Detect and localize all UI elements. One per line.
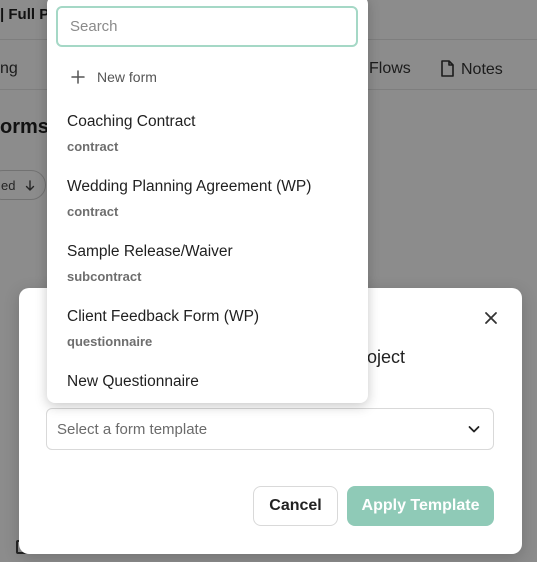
form-template-dropdown: New form Coaching Contract contract Wedd… [47, 0, 368, 403]
plus-icon [71, 70, 85, 84]
option-type: subcontract [67, 269, 142, 284]
option-type: contract [67, 139, 119, 154]
search-input[interactable] [56, 6, 358, 47]
close-button[interactable] [481, 308, 501, 328]
new-form-button[interactable]: New form [71, 67, 157, 87]
list-item[interactable]: Sample Release/Waiver subcontract [67, 243, 357, 299]
form-template-select[interactable]: Select a form template [46, 408, 494, 450]
cancel-button[interactable]: Cancel [253, 486, 338, 526]
list-item[interactable]: New Questionnaire [67, 373, 357, 399]
option-type: questionnaire [67, 334, 153, 349]
select-placeholder: Select a form template [57, 421, 208, 438]
close-icon [485, 312, 497, 324]
screen: | Full P ng Flows Notes orms ed roject S… [0, 0, 537, 562]
option-title: Client Feedback Form (WP) [67, 308, 260, 325]
apply-template-button[interactable]: Apply Template [347, 486, 494, 526]
option-title: Wedding Planning Agreement (WP) [67, 178, 312, 195]
option-type: contract [67, 204, 119, 219]
list-item[interactable]: Wedding Planning Agreement (WP) contract [67, 178, 357, 234]
list-item[interactable]: Coaching Contract contract [67, 113, 357, 169]
list-item[interactable]: Client Feedback Form (WP) questionnaire [67, 308, 357, 364]
chevron-down-icon [468, 426, 480, 433]
option-title: Coaching Contract [67, 113, 196, 130]
new-form-label: New form [97, 69, 157, 85]
option-title: Sample Release/Waiver [67, 243, 233, 260]
option-title: New Questionnaire [67, 373, 199, 390]
